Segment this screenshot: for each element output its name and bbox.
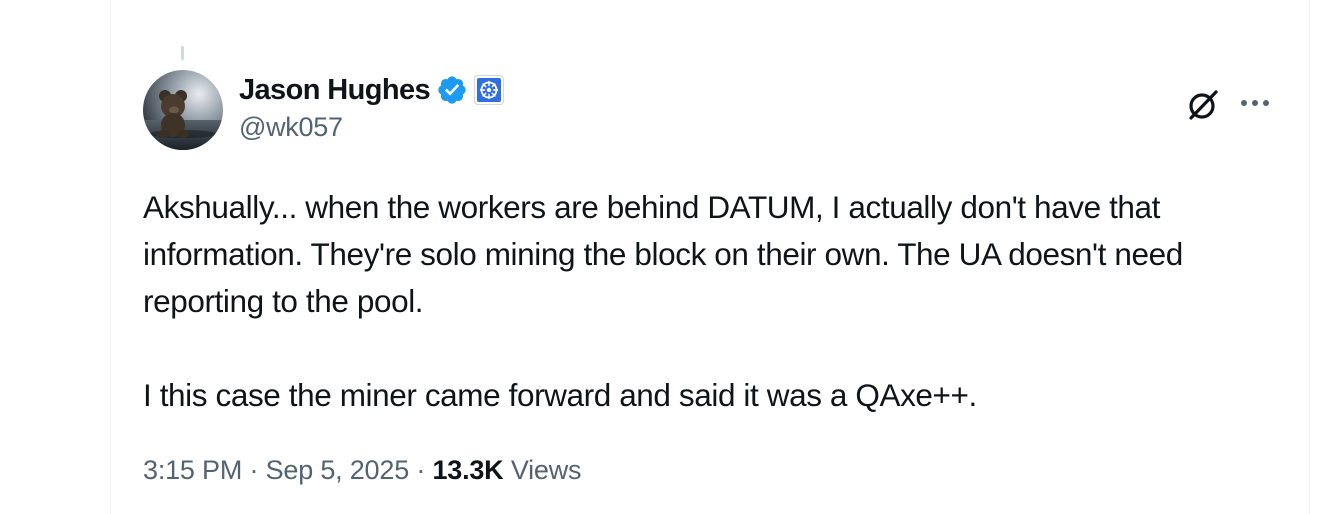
views-count: 13.3K	[432, 455, 504, 485]
author-handle[interactable]: @wk057	[239, 112, 343, 143]
author-name-row: Jason Hughes	[239, 72, 505, 108]
tweet-time: 3:15 PM	[143, 455, 243, 485]
views-label: Views	[510, 455, 582, 485]
tweet-paragraph: I this case the miner came forward and s…	[143, 377, 977, 413]
thread-connector-line	[181, 46, 184, 60]
views-link[interactable]: 13.3K Views	[432, 455, 581, 485]
tweet-paragraph: Akshually... when the workers are behind…	[143, 189, 1183, 319]
meta-separator: ·	[416, 455, 426, 485]
teddy-bear-avatar-icon	[143, 70, 223, 150]
avatar[interactable]	[143, 70, 223, 150]
meta-separator: ·	[249, 455, 259, 485]
tweet-meta: 3:15 PM · Sep 5, 2025 · 13.3K Views	[143, 455, 582, 486]
grok-icon[interactable]	[1186, 88, 1220, 122]
tweet-text: Akshually... when the workers are behind…	[143, 184, 1273, 419]
page: Jason Hughes @wk057 Akshually... when th…	[0, 0, 1344, 514]
more-options-icon[interactable]	[1239, 93, 1271, 113]
verified-badge-icon[interactable]	[436, 74, 468, 106]
affiliate-badge-icon[interactable]	[474, 75, 505, 105]
tweet-date: Sep 5, 2025	[265, 455, 410, 485]
tweet-time-link[interactable]: 3:15 PM · Sep 5, 2025	[143, 455, 409, 485]
author-display-name[interactable]: Jason Hughes	[239, 74, 431, 107]
